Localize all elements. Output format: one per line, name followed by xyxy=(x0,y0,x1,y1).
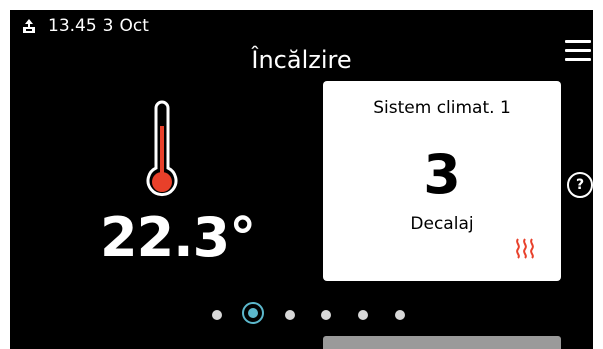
page-dot-active[interactable] xyxy=(242,302,264,324)
help-icon[interactable]: ? xyxy=(567,172,593,198)
thermometer-icon xyxy=(146,100,178,197)
climate-system-card[interactable]: Sistem climat. 1 3 Decalaj xyxy=(323,81,561,281)
status-day: 3 xyxy=(102,16,114,36)
page-title: Încălzire xyxy=(251,46,352,74)
page-dot[interactable] xyxy=(212,310,222,320)
status-time: 13.45 xyxy=(48,16,97,36)
page-dot[interactable] xyxy=(358,310,368,320)
page-dot[interactable] xyxy=(321,310,331,320)
card-offset-label: Decalaj xyxy=(410,214,474,234)
indoor-temperature: 22.3° xyxy=(100,206,256,269)
page-indicator xyxy=(208,302,420,328)
page-dot[interactable] xyxy=(285,310,295,320)
card-title: Sistem climat. 1 xyxy=(373,98,511,118)
page-dot[interactable] xyxy=(395,310,405,320)
heat-waves-icon xyxy=(516,238,534,259)
hamburger-menu-icon[interactable] xyxy=(565,40,591,62)
status-bar: 13.45 3 Oct xyxy=(22,16,149,36)
status-month: Oct xyxy=(119,16,149,36)
usb-upload-icon xyxy=(23,19,35,33)
bottom-panel-edge xyxy=(323,336,561,349)
screen: 13.45 3 Oct Încălzire 22.3° Sistem clima… xyxy=(10,10,593,349)
card-offset-value: 3 xyxy=(423,143,461,206)
